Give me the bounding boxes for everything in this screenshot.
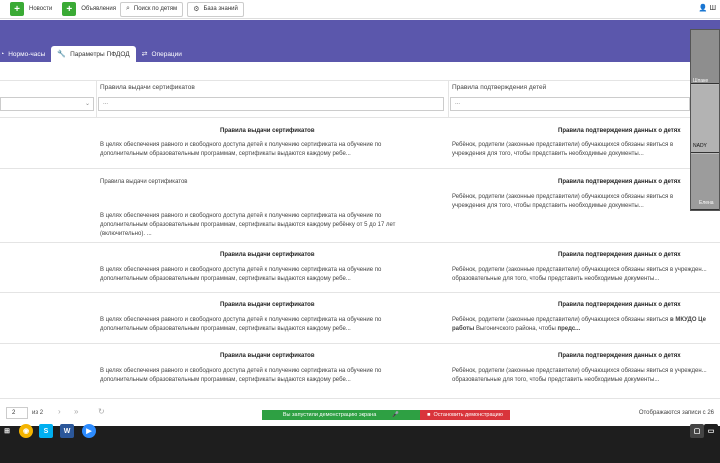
taskbar-tile-icon[interactable]: ▭ [704, 424, 718, 438]
skype-icon[interactable]: S [39, 424, 53, 438]
tab-label: Параметры ПФДОД [70, 50, 130, 58]
cert-rules-text: В целях обеспечения равного и свободного… [100, 267, 382, 282]
header-divider [0, 80, 720, 81]
filter-input-cert-rules[interactable]: ... [98, 97, 444, 111]
cert-rules-plain: Правила выдачи сертификатов [100, 179, 188, 185]
confirm-rules-text: Ребёнок, родители (законные представител… [452, 142, 674, 157]
tab-pfdod-params[interactable]: 🔧 Параметры ПФДОД [51, 46, 136, 62]
confirm-text-bold: работы [452, 326, 475, 332]
stop-demo-label: Остановить демонстрацию [433, 412, 503, 418]
cert-rules-title: Правила выдачи сертификатов [220, 128, 315, 134]
video-tile[interactable]: Шпаке [691, 30, 719, 84]
tray-icon[interactable]: ▢ [690, 424, 704, 438]
tabs: ◔ Нормо-часы 🔧 Параметры ПФДОД ⇄ Операци… [0, 44, 188, 62]
knowledge-base-button[interactable]: ⚙ База знаний [187, 1, 244, 17]
plus-icon: + [10, 2, 24, 16]
screen-share-status: Вы запустили демонстрацию экрана 🎤 [262, 410, 420, 420]
row-divider [0, 242, 720, 243]
knowledge-base-label: База знаний [203, 6, 238, 12]
clock-icon: ◔ [0, 50, 5, 58]
confirm-text-part: Ребёнок, родители (законные представител… [452, 317, 670, 323]
confirm-rules-title: Правила подтверждения данных о детях [558, 302, 681, 308]
news-label: Новости [29, 6, 53, 12]
user-menu[interactable]: 👤 Ш [699, 4, 716, 12]
filter-input-confirm-rules[interactable]: ... [450, 97, 690, 111]
cert-rules-text: В целях обеспечения равного и свободного… [100, 368, 382, 383]
confirm-text-bold: предс... [557, 326, 581, 332]
search-children-label: Поиск по детям [133, 6, 178, 12]
tab-norm-hours[interactable]: ◔ Нормо-часы [0, 46, 51, 62]
cert-rules-text: В целях обеспечения равного и свободного… [100, 213, 396, 237]
screen-share-label: Вы запустили демонстрацию экрана [282, 412, 377, 418]
gear-icon: ⚙ [193, 6, 200, 13]
chevron-down-icon: ⌄ [84, 101, 90, 107]
confirm-rules-text: Ребёнок, родители (законные представител… [452, 368, 707, 383]
confirm-text-part: Выгоничского района, чтобы [474, 326, 558, 332]
cert-rules-text: В целях обеспечения равного и свободного… [100, 142, 382, 157]
row-divider [0, 168, 690, 169]
confirm-rules-title: Правила подтверждения данных о детях [558, 128, 681, 134]
page-number-input[interactable]: 2 [6, 407, 28, 419]
tab-operations[interactable]: ⇄ Операции [136, 46, 188, 62]
video-tile[interactable]: NADY [691, 85, 719, 153]
exchange-icon: ⇄ [141, 51, 148, 58]
chrome-icon[interactable]: ◉ [19, 424, 33, 438]
next-page-icon[interactable]: › [58, 407, 61, 416]
column-divider [96, 81, 97, 117]
video-panel: Шпаке NADY Елена [690, 29, 720, 211]
page-count: из 2 [32, 410, 44, 416]
column-divider [448, 81, 449, 117]
user-initial: Ш [709, 5, 716, 12]
column-header-cert-rules[interactable]: Правила выдачи сертификатов [100, 84, 195, 96]
ads-label: Объявления [81, 6, 116, 12]
row-divider [0, 117, 720, 118]
video-tile[interactable]: Елена [691, 154, 719, 210]
participant-name: NADY [693, 143, 707, 149]
tab-label: Операции [151, 50, 182, 58]
confirm-rules-text: Ребёнок, родители (законные представител… [452, 316, 716, 334]
cert-rules-title: Правила выдачи сертификатов [220, 353, 315, 359]
search-icon: ⌕ [125, 5, 130, 12]
confirm-rules-title: Правила подтверждения данных о детях [558, 179, 681, 185]
filter-select-col1[interactable]: ⌄ [0, 97, 94, 111]
confirm-rules-text: Ребёнок, родители (законные представител… [452, 194, 674, 209]
confirm-rules-title: Правила подтверждения данных о детях [558, 353, 681, 359]
row-divider [0, 343, 720, 344]
cert-rules-title: Правила выдачи сертификатов [220, 252, 315, 258]
confirm-rules-text: Ребёнок, родители (законные представител… [452, 267, 707, 282]
zoom-icon[interactable]: ▶ [82, 424, 96, 438]
confirm-text-bold: в МКУДО Це [669, 317, 706, 323]
windows-start-icon[interactable]: ⊞ [0, 424, 14, 438]
participant-name: Елена [699, 200, 714, 206]
plus-icon: + [62, 2, 77, 16]
participant-name: Шпаке [693, 78, 709, 84]
ads-button[interactable]: + Объявления [62, 2, 116, 17]
last-page-icon[interactable]: » [74, 407, 78, 416]
news-button[interactable]: + Новости [10, 2, 52, 17]
os-taskbar [0, 426, 720, 463]
word-icon[interactable]: W [60, 424, 74, 438]
wrench-icon: 🔧 [57, 51, 67, 58]
row-divider [0, 292, 720, 293]
stop-icon: ■ [427, 412, 431, 418]
refresh-icon[interactable]: ↻ [98, 407, 105, 416]
cert-rules-text: В целях обеспечения равного и свободного… [100, 317, 382, 332]
confirm-rules-title: Правила подтверждения данных о детях [558, 252, 681, 258]
search-children-button[interactable]: ⌕ Поиск по детям [119, 1, 184, 17]
column-header-confirm-rules[interactable]: Правила подтверждения детей [452, 84, 546, 96]
stop-demo-button[interactable]: ■ Остановить демонстрацию [420, 410, 510, 420]
top-toolbar: + Новости + Объявления ⌕ Поиск по детям … [0, 0, 720, 19]
mic-icon: 🎤 [392, 412, 400, 418]
cert-rules-title: Правила выдачи сертификатов [220, 302, 315, 308]
tab-label: Нормо-часы [8, 50, 46, 58]
records-info: Отображаются записи с 26 [638, 410, 714, 416]
user-icon: 👤 [698, 5, 708, 12]
